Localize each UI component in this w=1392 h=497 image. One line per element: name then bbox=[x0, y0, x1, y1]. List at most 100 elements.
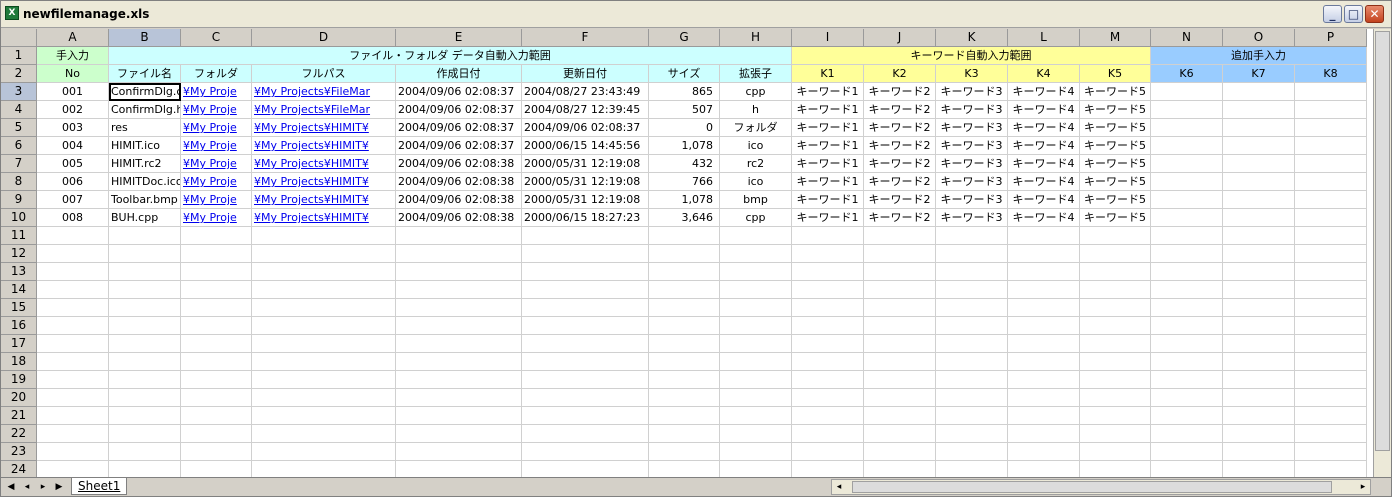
cell-j20[interactable] bbox=[864, 389, 936, 407]
cell-j3[interactable]: キーワード2 bbox=[864, 83, 936, 101]
cell-k4[interactable]: キーワード3 bbox=[936, 101, 1008, 119]
cell-o12[interactable] bbox=[1223, 245, 1295, 263]
cell-o23[interactable] bbox=[1223, 443, 1295, 461]
cell-i18[interactable] bbox=[792, 353, 864, 371]
cell-h24[interactable] bbox=[720, 461, 792, 477]
cell-c6[interactable]: ¥My Proje bbox=[181, 137, 252, 155]
cell-l3[interactable]: キーワード4 bbox=[1008, 83, 1080, 101]
cell-f5[interactable]: 2004/09/06 02:08:37 bbox=[522, 119, 649, 137]
cell-p3[interactable] bbox=[1295, 83, 1367, 101]
cell-c14[interactable] bbox=[181, 281, 252, 299]
cell-m10[interactable]: キーワード5 bbox=[1080, 209, 1151, 227]
cell-f22[interactable] bbox=[522, 425, 649, 443]
cell-m15[interactable] bbox=[1080, 299, 1151, 317]
column-header-h[interactable]: H bbox=[720, 29, 792, 47]
cell-g5[interactable]: 0 bbox=[649, 119, 720, 137]
cell-f24[interactable] bbox=[522, 461, 649, 477]
cell-o20[interactable] bbox=[1223, 389, 1295, 407]
cell-h12[interactable] bbox=[720, 245, 792, 263]
row-header-19[interactable]: 19 bbox=[1, 371, 37, 389]
cell-h11[interactable] bbox=[720, 227, 792, 245]
cell-n12[interactable] bbox=[1151, 245, 1223, 263]
cell-a18[interactable] bbox=[37, 353, 109, 371]
cell-f23[interactable] bbox=[522, 443, 649, 461]
row-header-16[interactable]: 16 bbox=[1, 317, 37, 335]
cell-g19[interactable] bbox=[649, 371, 720, 389]
cell-a5[interactable]: 003 bbox=[37, 119, 109, 137]
cell-n16[interactable] bbox=[1151, 317, 1223, 335]
cell-a24[interactable] bbox=[37, 461, 109, 477]
cell-g7[interactable]: 432 bbox=[649, 155, 720, 173]
cell-l17[interactable] bbox=[1008, 335, 1080, 353]
cell-g4[interactable]: 507 bbox=[649, 101, 720, 119]
cell-f14[interactable] bbox=[522, 281, 649, 299]
cell-b6[interactable]: HIMIT.ico bbox=[109, 137, 181, 155]
cell-b16[interactable] bbox=[109, 317, 181, 335]
cell-g14[interactable] bbox=[649, 281, 720, 299]
column-header-i[interactable]: I bbox=[792, 29, 864, 47]
cell-j9[interactable]: キーワード2 bbox=[864, 191, 936, 209]
cell-o24[interactable] bbox=[1223, 461, 1295, 477]
cell-l6[interactable]: キーワード4 bbox=[1008, 137, 1080, 155]
cell-p22[interactable] bbox=[1295, 425, 1367, 443]
cell-g11[interactable] bbox=[649, 227, 720, 245]
cell-f11[interactable] bbox=[522, 227, 649, 245]
cell-o11[interactable] bbox=[1223, 227, 1295, 245]
cell-b24[interactable] bbox=[109, 461, 181, 477]
cell-g23[interactable] bbox=[649, 443, 720, 461]
cell-f10[interactable]: 2000/06/15 18:27:23 bbox=[522, 209, 649, 227]
row-header-23[interactable]: 23 bbox=[1, 443, 37, 461]
cell-n3[interactable] bbox=[1151, 83, 1223, 101]
cell-k7[interactable]: キーワード3 bbox=[936, 155, 1008, 173]
cell-d3[interactable]: ¥My Projects¥FileMar bbox=[252, 83, 396, 101]
column-header-l[interactable]: L bbox=[1008, 29, 1080, 47]
cell-p19[interactable] bbox=[1295, 371, 1367, 389]
cell-g10[interactable]: 3,646 bbox=[649, 209, 720, 227]
cell-i20[interactable] bbox=[792, 389, 864, 407]
column-header-e[interactable]: E bbox=[396, 29, 522, 47]
cell-c20[interactable] bbox=[181, 389, 252, 407]
cell-e3[interactable]: 2004/09/06 02:08:37 bbox=[396, 83, 522, 101]
cell-b13[interactable] bbox=[109, 263, 181, 281]
cell-b10[interactable]: BUH.cpp bbox=[109, 209, 181, 227]
cell-e23[interactable] bbox=[396, 443, 522, 461]
cell-c21[interactable] bbox=[181, 407, 252, 425]
row-header-15[interactable]: 15 bbox=[1, 299, 37, 317]
cell-p17[interactable] bbox=[1295, 335, 1367, 353]
cell-d13[interactable] bbox=[252, 263, 396, 281]
cell-c7[interactable]: ¥My Proje bbox=[181, 155, 252, 173]
header-extra-manual[interactable]: 追加手入力 bbox=[1151, 47, 1367, 65]
cell-k5[interactable]: キーワード3 bbox=[936, 119, 1008, 137]
maximize-button[interactable]: □ bbox=[1344, 5, 1363, 23]
cell-j8[interactable]: キーワード2 bbox=[864, 173, 936, 191]
cell-g13[interactable] bbox=[649, 263, 720, 281]
row-header-11[interactable]: 11 bbox=[1, 227, 37, 245]
column-header-p[interactable]: P bbox=[1295, 29, 1367, 47]
cell-a15[interactable] bbox=[37, 299, 109, 317]
cell-a6[interactable]: 004 bbox=[37, 137, 109, 155]
vertical-scrollbar[interactable] bbox=[1373, 29, 1391, 477]
cell-m13[interactable] bbox=[1080, 263, 1151, 281]
cell-n4[interactable] bbox=[1151, 101, 1223, 119]
cell-n18[interactable] bbox=[1151, 353, 1223, 371]
cell-h20[interactable] bbox=[720, 389, 792, 407]
cell-b18[interactable] bbox=[109, 353, 181, 371]
cell-p21[interactable] bbox=[1295, 407, 1367, 425]
cell-l21[interactable] bbox=[1008, 407, 1080, 425]
cell-e14[interactable] bbox=[396, 281, 522, 299]
cell-h19[interactable] bbox=[720, 371, 792, 389]
cell-l19[interactable] bbox=[1008, 371, 1080, 389]
cell-b8[interactable]: HIMITDoc.ico bbox=[109, 173, 181, 191]
cell-o22[interactable] bbox=[1223, 425, 1295, 443]
cell-j18[interactable] bbox=[864, 353, 936, 371]
first-sheet-icon[interactable]: ◀ bbox=[5, 481, 17, 493]
column-label-f[interactable]: 更新日付 bbox=[522, 65, 649, 83]
cell-l23[interactable] bbox=[1008, 443, 1080, 461]
column-label-c[interactable]: フォルダ bbox=[181, 65, 252, 83]
cell-k13[interactable] bbox=[936, 263, 1008, 281]
cell-k23[interactable] bbox=[936, 443, 1008, 461]
cell-a7[interactable]: 005 bbox=[37, 155, 109, 173]
cell-e17[interactable] bbox=[396, 335, 522, 353]
cell-p12[interactable] bbox=[1295, 245, 1367, 263]
cell-n24[interactable] bbox=[1151, 461, 1223, 477]
